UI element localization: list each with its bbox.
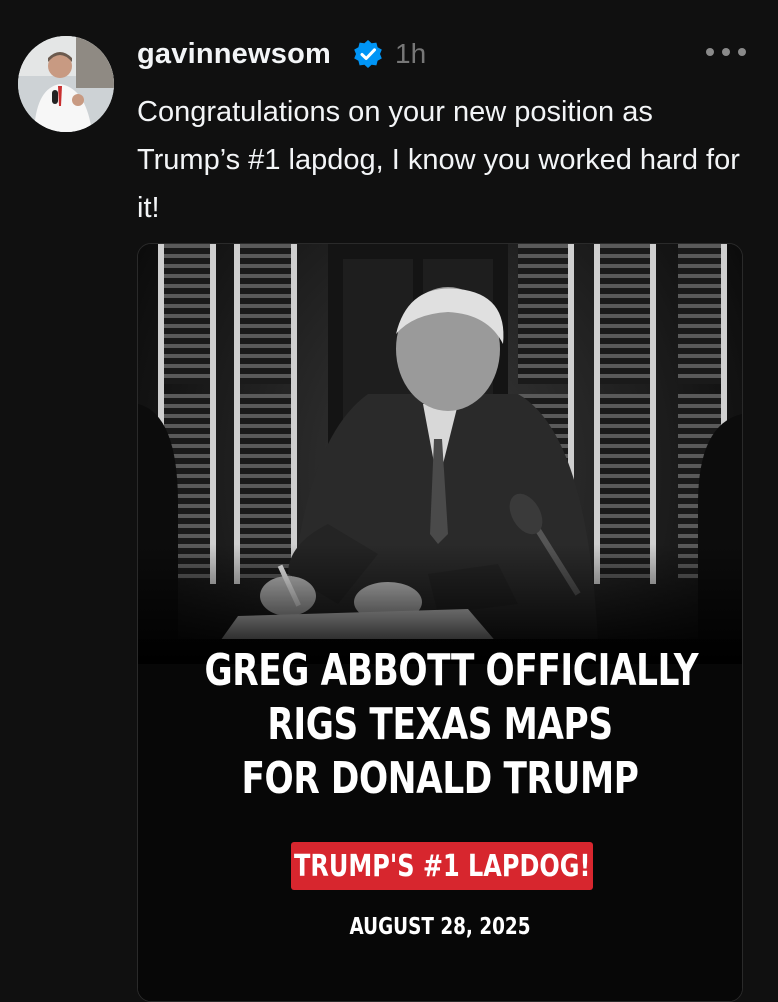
verified-badge-icon (354, 40, 382, 68)
lapdog-badge: TRUMP'S #1 LAPDOG! (291, 842, 593, 890)
headline-line: RIGS TEXAS MAPS (267, 699, 613, 750)
post-caption: Congratulations on your new position as … (137, 96, 740, 224)
image-headline: GREG ABBOTT OFFICIALLY RIGS TEXAS MAPS F… (204, 644, 699, 806)
headline-line: FOR DONALD TRUMP (241, 753, 639, 804)
headline-line: GREG ABBOTT OFFICIALLY (204, 645, 699, 696)
post: gavinnewsom 1h Congratulations on your n… (0, 0, 778, 1002)
timestamp: 1h (395, 38, 427, 69)
image-date: AUGUST 28, 2025 (349, 914, 531, 940)
badge-text: TRUMP'S #1 LAPDOG! (293, 848, 591, 884)
more-dot (706, 48, 714, 56)
more-dot (722, 48, 730, 56)
username[interactable]: gavinnewsom (137, 36, 331, 72)
more-dot (738, 48, 746, 56)
post-image[interactable]: GREG ABBOTT OFFICIALLY RIGS TEXAS MAPS F… (137, 243, 743, 1002)
avatar[interactable] (18, 36, 114, 132)
more-options-icon[interactable] (706, 40, 746, 64)
